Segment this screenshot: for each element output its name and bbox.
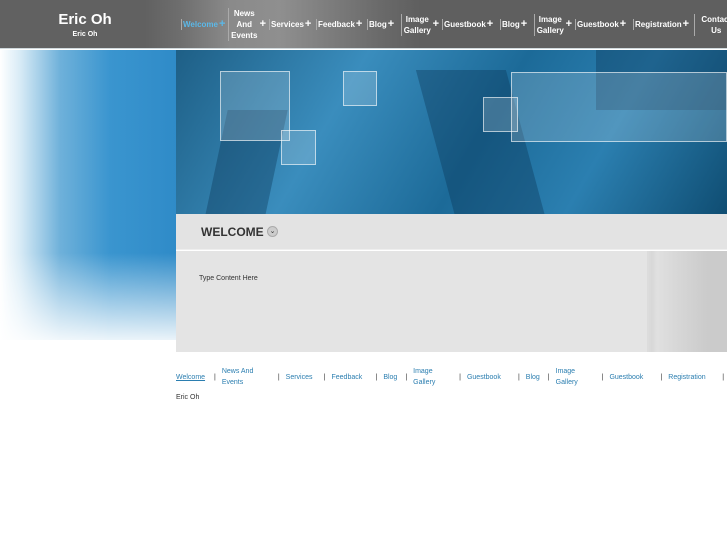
nav-item-welcome[interactable]: Welcome + [181,19,225,30]
footer-nav: Welcome | News And Events | Services | Feedbac… [176,366,727,388]
nav-item-blog[interactable]: Blog + [367,19,398,30]
sidebar-decoration [0,50,176,340]
footer-link-registration[interactable]: Registration [668,372,716,383]
header: Eric Oh Eric Oh Welcome + News And Events +… [0,0,727,49]
nav-item-label: Guestbook [577,20,619,29]
footer-link-item: Blog | [383,372,413,383]
footer-separator: | [375,373,378,381]
nav-item-guestbook[interactable]: Guestbook + [442,19,497,30]
footer-link-image-gallery[interactable]: Image Gallery [413,366,453,388]
footer-link-services[interactable]: Services [286,372,318,383]
footer-link-item: Guestbook | [467,372,526,383]
nav-item-label: Blog [369,20,387,29]
nav-item-image-gallery[interactable]: Image Gallery + [534,13,572,36]
site-subtitle: Eric Oh [72,31,98,38]
plus-icon: + [486,18,494,30]
footer-separator: | [277,373,280,381]
nav-item-label: Feedback [318,20,355,29]
plus-icon: + [682,18,690,30]
banner-image [176,50,727,214]
footer-link-item: Welcome | [176,372,222,383]
nav-item-blog[interactable]: Blog + [500,19,531,30]
plus-icon: + [387,18,395,30]
footer-link-blog[interactable]: Blog [383,372,399,383]
footer-separator: | [214,373,216,381]
content-area: Type Content Here [176,251,727,352]
footer-separator: | [459,373,461,381]
plus-icon: + [565,18,572,30]
nav-item-contact-us[interactable]: Contact Us+ [694,13,727,36]
content-text: Type Content Here [199,275,258,282]
nav-item-feedback[interactable]: Feedback + [316,19,364,30]
content-side-decoration [647,251,727,352]
plus-icon: + [218,18,226,30]
footer-link-welcome[interactable]: Welcome [176,372,208,383]
footer-link-item: Image Gallery | [556,366,610,388]
footer-link-guestbook[interactable]: Guestbook [467,372,512,383]
footer-separator: | [405,373,408,381]
main-nav: Welcome + News And Events + Services + Feedbac… [181,0,727,49]
footer-link-item: Image Gallery | [413,366,467,388]
nav-item-label: Welcome [183,20,218,29]
plus-icon: + [259,18,266,30]
footer-link-item: Feedback | [331,372,383,383]
page-title: WELCOME [201,225,264,239]
nav-item-label: News And Events [231,9,258,40]
footer-link-feedback[interactable]: Feedback [331,372,369,383]
nav-item-registration[interactable]: Registration + [633,19,691,30]
footer-link-image-gallery[interactable]: Image Gallery [556,366,596,388]
footer-link-blog[interactable]: Blog [526,372,542,383]
plus-icon: + [520,18,528,30]
footer-link-item: Services | [286,372,332,383]
nav-item-label: Blog [502,20,520,29]
plus-icon: + [355,18,363,30]
footer-link-news-and-events[interactable]: News And Events [222,366,272,388]
welcome-header: WELCOME ⌄ [176,214,727,250]
plus-icon: + [432,18,439,30]
nav-item-label: Services [271,20,304,29]
nav-item-label: Registration [635,20,682,29]
nav-item-label: Image Gallery [403,14,431,35]
nav-item-services[interactable]: Services + [269,19,313,30]
nav-item-label: Guestbook [444,20,486,29]
footer-separator: | [660,373,663,381]
footer-separator: | [722,373,725,381]
footer-copyright: Eric Oh [176,394,200,401]
footer-separator: | [547,373,550,381]
nav-item-label: Image Gallery [536,14,564,35]
footer-link-item: Blog | [526,372,556,383]
plus-icon: + [304,18,312,30]
footer-link-guestbook[interactable]: Guestbook [609,372,654,383]
footer-separator: | [517,373,520,381]
chevron-down-circle-icon[interactable]: ⌄ [267,226,278,237]
footer-link-item: News And Events | [222,366,286,388]
nav-item-label: Contact Us [701,14,727,35]
plus-icon: + [619,18,627,30]
footer-separator: | [601,373,604,381]
footer-link-item: Registration | [668,372,727,383]
nav-item-image-gallery[interactable]: Image Gallery + [401,13,439,36]
site-title: Eric Oh [58,11,112,28]
footer-link-item: Guestbook | [609,372,668,383]
nav-item-guestbook[interactable]: Guestbook + [575,19,630,30]
footer-separator: | [323,373,326,381]
brand: Eric Oh Eric Oh [0,0,170,38]
nav-item-news-and-events[interactable]: News And Events + [228,8,266,41]
